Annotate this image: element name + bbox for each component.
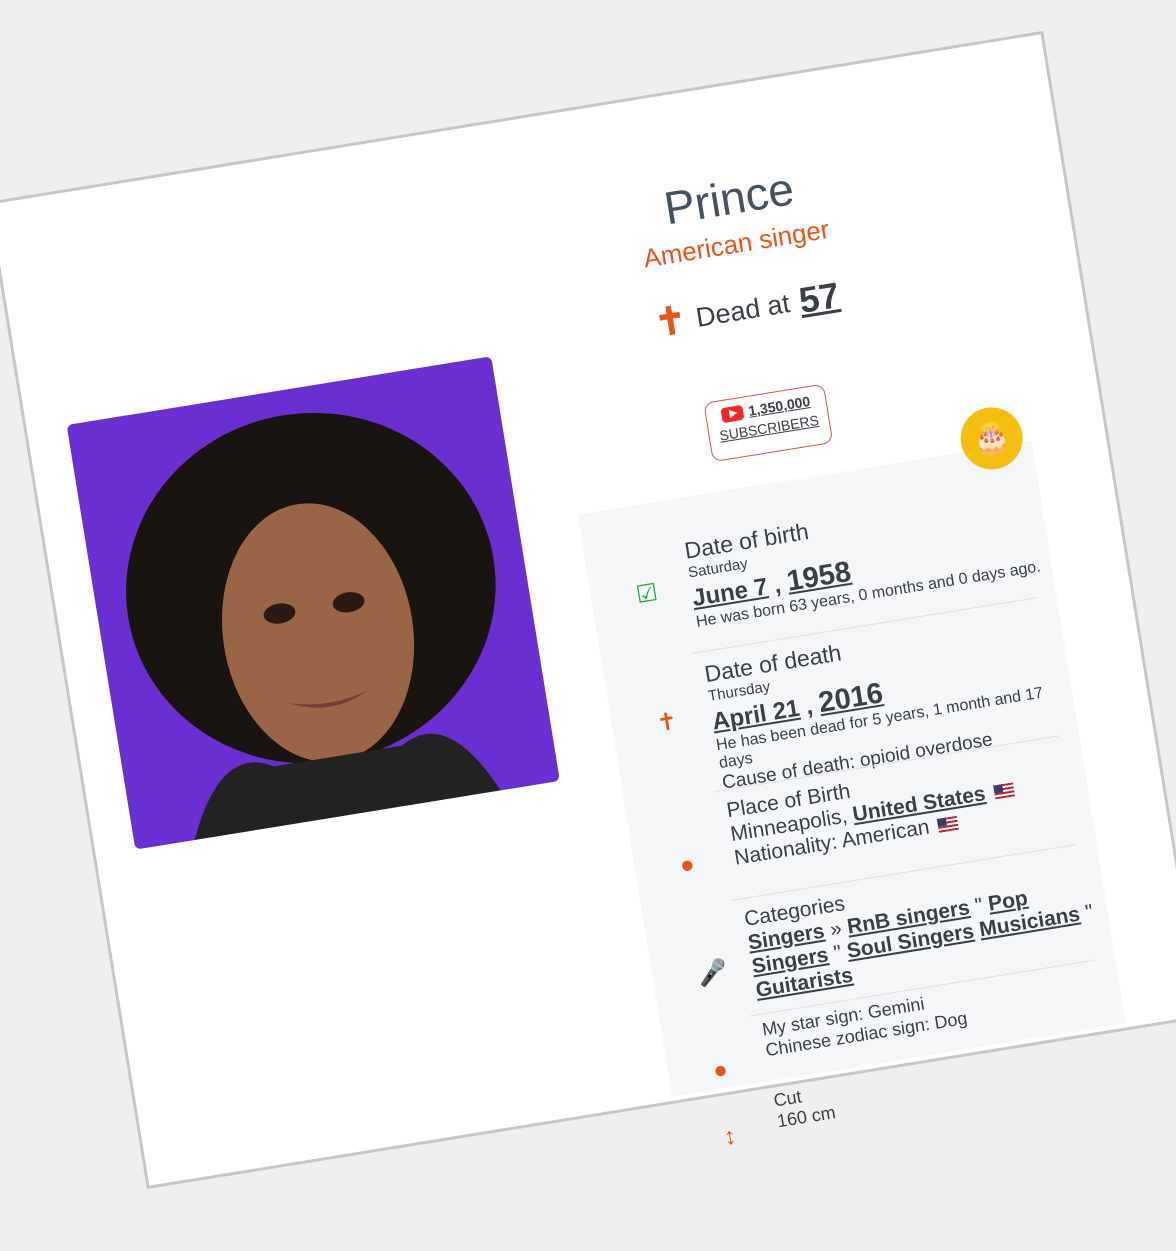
youtube-icon xyxy=(720,404,745,423)
age-link[interactable]: 57 xyxy=(796,274,842,322)
arrows-vertical-icon: ↕ xyxy=(721,1122,739,1151)
us-flag-icon xyxy=(993,782,1016,800)
map-pin-icon: ● xyxy=(677,850,697,880)
dot-icon: ● xyxy=(711,1055,730,1085)
separator: » xyxy=(828,916,844,942)
cross-icon: ✝ xyxy=(654,707,680,738)
date-separator: , xyxy=(771,571,783,599)
separator: " xyxy=(1083,900,1095,925)
profile-header: Prince American singer ✝ Dead at 57 xyxy=(517,138,957,364)
separator: " xyxy=(832,941,844,966)
cross-icon: ✝ xyxy=(651,298,690,346)
youtube-subscribers-badge[interactable]: 1,350,000 SUBSCRIBERS xyxy=(703,383,834,463)
dead-prefix: Dead at xyxy=(693,287,792,333)
us-flag-icon xyxy=(936,816,959,834)
date-separator: , xyxy=(803,692,815,721)
birthday-cake-icon[interactable]: 🎂 xyxy=(956,402,1028,474)
calendar-check-icon: ☑ xyxy=(634,578,660,610)
profile-photo xyxy=(66,356,560,850)
profile-card: Prince American singer ✝ Dead at 57 1,35… xyxy=(0,30,1176,1190)
info-panel: 🎂 ☑ Date of birth Saturday June 7 , 1958… xyxy=(577,402,1126,1097)
separator: " xyxy=(973,893,985,918)
microphone-icon: 🎤 xyxy=(695,957,730,990)
